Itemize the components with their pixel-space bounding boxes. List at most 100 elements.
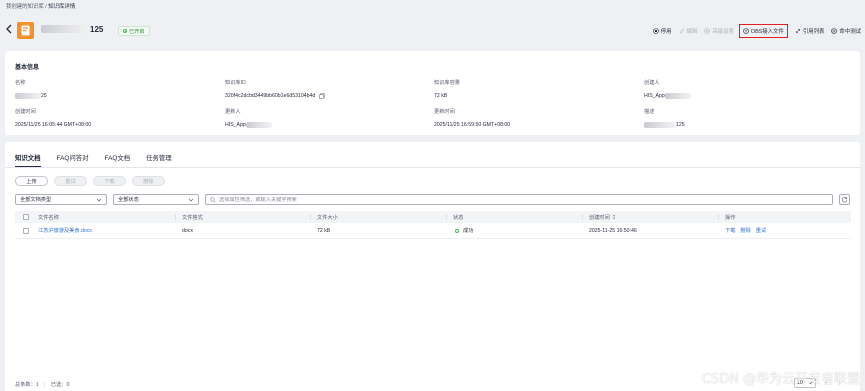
field-label: 创建人 [644,80,660,86]
tab-faq-docs[interactable]: FAQ文档 [105,153,131,167]
field-label: 知识库ID [225,80,246,86]
field-label: 知识库容量 [434,80,460,86]
section-title: 基本信息 [15,65,40,71]
field-value: 72 kB [434,93,448,99]
name-value: 25 [41,93,47,99]
documents-table: 文件名称 文件格式 文件大小 状态 创建时间 操作 江苏沪旅游及美食.docx … [15,211,851,239]
selection-summary: 总条数：1 | 已选：0 [15,381,69,388]
row-checkbox[interactable] [23,227,29,234]
footer-divider: | [44,382,46,388]
stop-button-label: 停用 [660,28,672,35]
filter-bar: 全部文档类型 全部状态 [15,194,851,205]
column-header-created-label: 创建时间 [589,214,610,221]
tab-task-management[interactable]: 任务管理 [146,153,172,167]
tab-bar: 知识文档 FAQ问答对 FAQ文档 任务管理 [15,153,188,167]
column-header-format: 文件格式 [182,214,203,221]
status-badge: 已开启 [118,26,150,36]
edit-button-label: 编辑 [686,28,698,35]
redacted-value [15,93,41,99]
knowledge-base-icon [17,22,34,39]
hit-test-button[interactable]: 命中测试 [831,27,861,35]
row-download-link[interactable]: 下载 [725,227,735,234]
column-divider [310,214,311,220]
tab-faq-pairs[interactable]: FAQ问答对 [57,153,89,167]
refresh-button[interactable] [839,194,850,205]
basic-info-card: 基本信息 名称 25 知识库ID 320f4c2dcbd3449bb60b1e6… [5,51,860,135]
field-kb-id: 知识库ID 320f4c2dcbd3449bb60b1e6d53104b4d [225,79,325,99]
column-divider [446,214,447,220]
status-select[interactable]: 全部状态 [113,194,199,205]
redacted-value [245,122,272,128]
advanced-settings-label: 高级设置 [712,28,734,35]
file-name-link[interactable]: 江苏沪旅游及美食.docx [38,227,92,234]
edit-icon [679,28,684,33]
field-value: HIS_App [225,122,272,128]
download-button[interactable]: 下载 [93,176,126,186]
link-icon [795,28,800,33]
stop-circle-icon [652,27,659,34]
reference-list-label: 引用列表 [802,28,825,35]
selected-count: 已选：0 [50,382,70,388]
row-actions: 下载 删除 重试 [725,227,766,234]
doc-type-select-value: 全部文档类型 [20,197,52,203]
field-capacity: 知识库容量 72 kB [434,79,460,99]
column-divider [582,214,583,220]
back-icon[interactable] [5,23,13,35]
success-status-icon [455,228,459,233]
reference-list-button[interactable]: 引用列表 [795,27,825,35]
file-format: docx [182,227,193,234]
row-delete-link[interactable]: 删除 [740,227,750,234]
field-creator: 创建人 HIS_App [644,79,691,99]
total-count: 总条数：1 [15,382,39,388]
field-created: 创建时间 2025/11/25 16:05:44 GMT+08:00 [15,108,91,128]
tab-knowledge-docs[interactable]: 知识文档 [15,153,41,167]
field-description: 描述 125 [644,108,685,128]
field-value: HIS_App [644,93,691,99]
page-title: 125 [41,22,103,36]
delete-button[interactable]: 删除 [132,176,165,186]
redacted-name [41,25,89,33]
search-icon [210,196,216,203]
field-label: 更新时间 [434,109,455,115]
settings-icon [704,27,711,34]
field-value: 125 [644,122,685,128]
kb-id-value: 320f4c2dcbd3449bb60b1e6d53104b4d [225,93,316,99]
page-title-suffix: 125 [90,24,104,34]
doc-type-select[interactable]: 全部文档类型 [15,194,107,205]
retry-button[interactable]: 重试 [54,176,87,186]
column-divider [718,214,719,220]
file-created-time: 2025-11-25 16:50:46 [589,227,637,234]
chevron-down-icon [96,198,102,201]
select-all-checkbox[interactable] [23,214,29,220]
upload-button[interactable]: 上传 [15,176,48,186]
column-header-size: 文件大小 [317,214,338,221]
column-divider [175,214,176,220]
breadcrumb-current: 知识库详情 [48,4,76,10]
sort-icon [612,214,616,220]
page-header: 125 已开启 停用 编辑 高级设置 OBS接入文件 引用列表 命中测试 [0,17,865,45]
redacted-value [664,93,691,99]
breadcrumb: 我创建的知识库 / 知识库详情 [6,2,75,10]
file-status: 成功 [455,227,473,234]
file-status-label: 成功 [463,228,474,234]
target-icon [831,27,838,34]
copy-icon[interactable] [319,93,325,99]
breadcrumb-parent[interactable]: 我创建的知识库 [6,4,44,10]
refresh-icon [841,196,848,203]
toolbar: 上传 重试 下载 删除 [15,176,171,186]
description-value: 125 [676,122,685,128]
table-row: 江苏沪旅游及美食.docx docx 72 kB 成功 2025-11-25 1… [15,223,851,239]
field-label: 描述 [644,109,655,115]
tab-divider [5,167,860,168]
column-header-created[interactable]: 创建时间 [589,214,616,221]
field-label: 名称 [15,80,26,86]
hit-test-label: 命中测试 [839,28,861,35]
stop-button[interactable]: 停用 [652,27,672,35]
status-dot-icon [123,29,127,33]
row-retry-link[interactable]: 重试 [756,227,766,234]
obs-import-button[interactable]: OBS接入文件 [738,23,788,38]
chevron-down-icon [188,198,194,201]
edit-button[interactable]: 编辑 [679,27,698,35]
search-input[interactable] [219,196,819,203]
advanced-settings-button[interactable]: 高级设置 [704,27,734,35]
